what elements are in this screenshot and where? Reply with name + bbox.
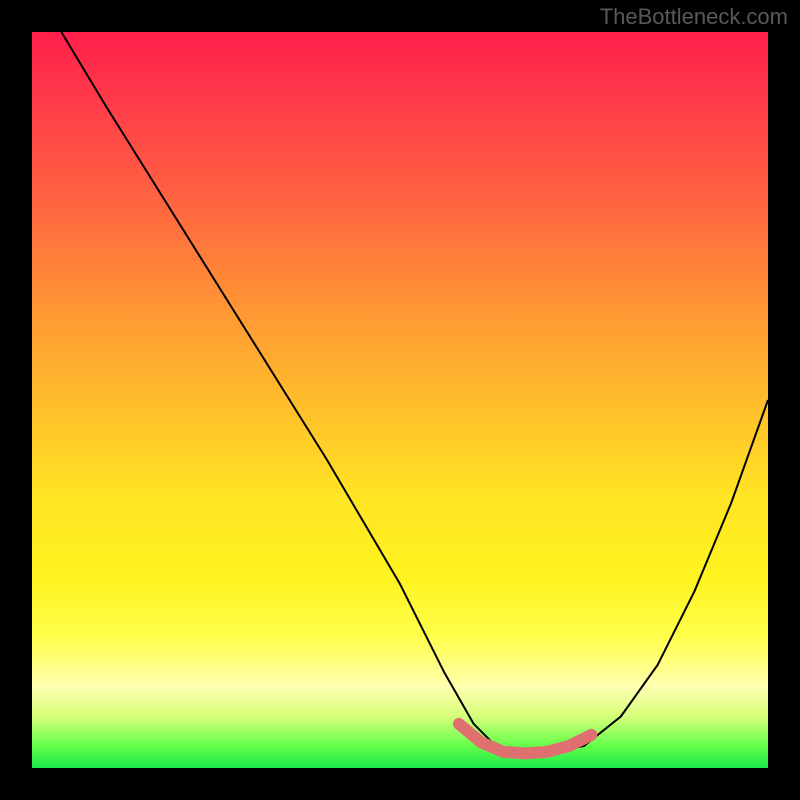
plot-area [32,32,768,768]
watermark-text: TheBottleneck.com [600,4,788,30]
chart-frame: TheBottleneck.com [0,0,800,800]
bottleneck-curve [61,32,768,753]
curve-svg [32,32,768,768]
